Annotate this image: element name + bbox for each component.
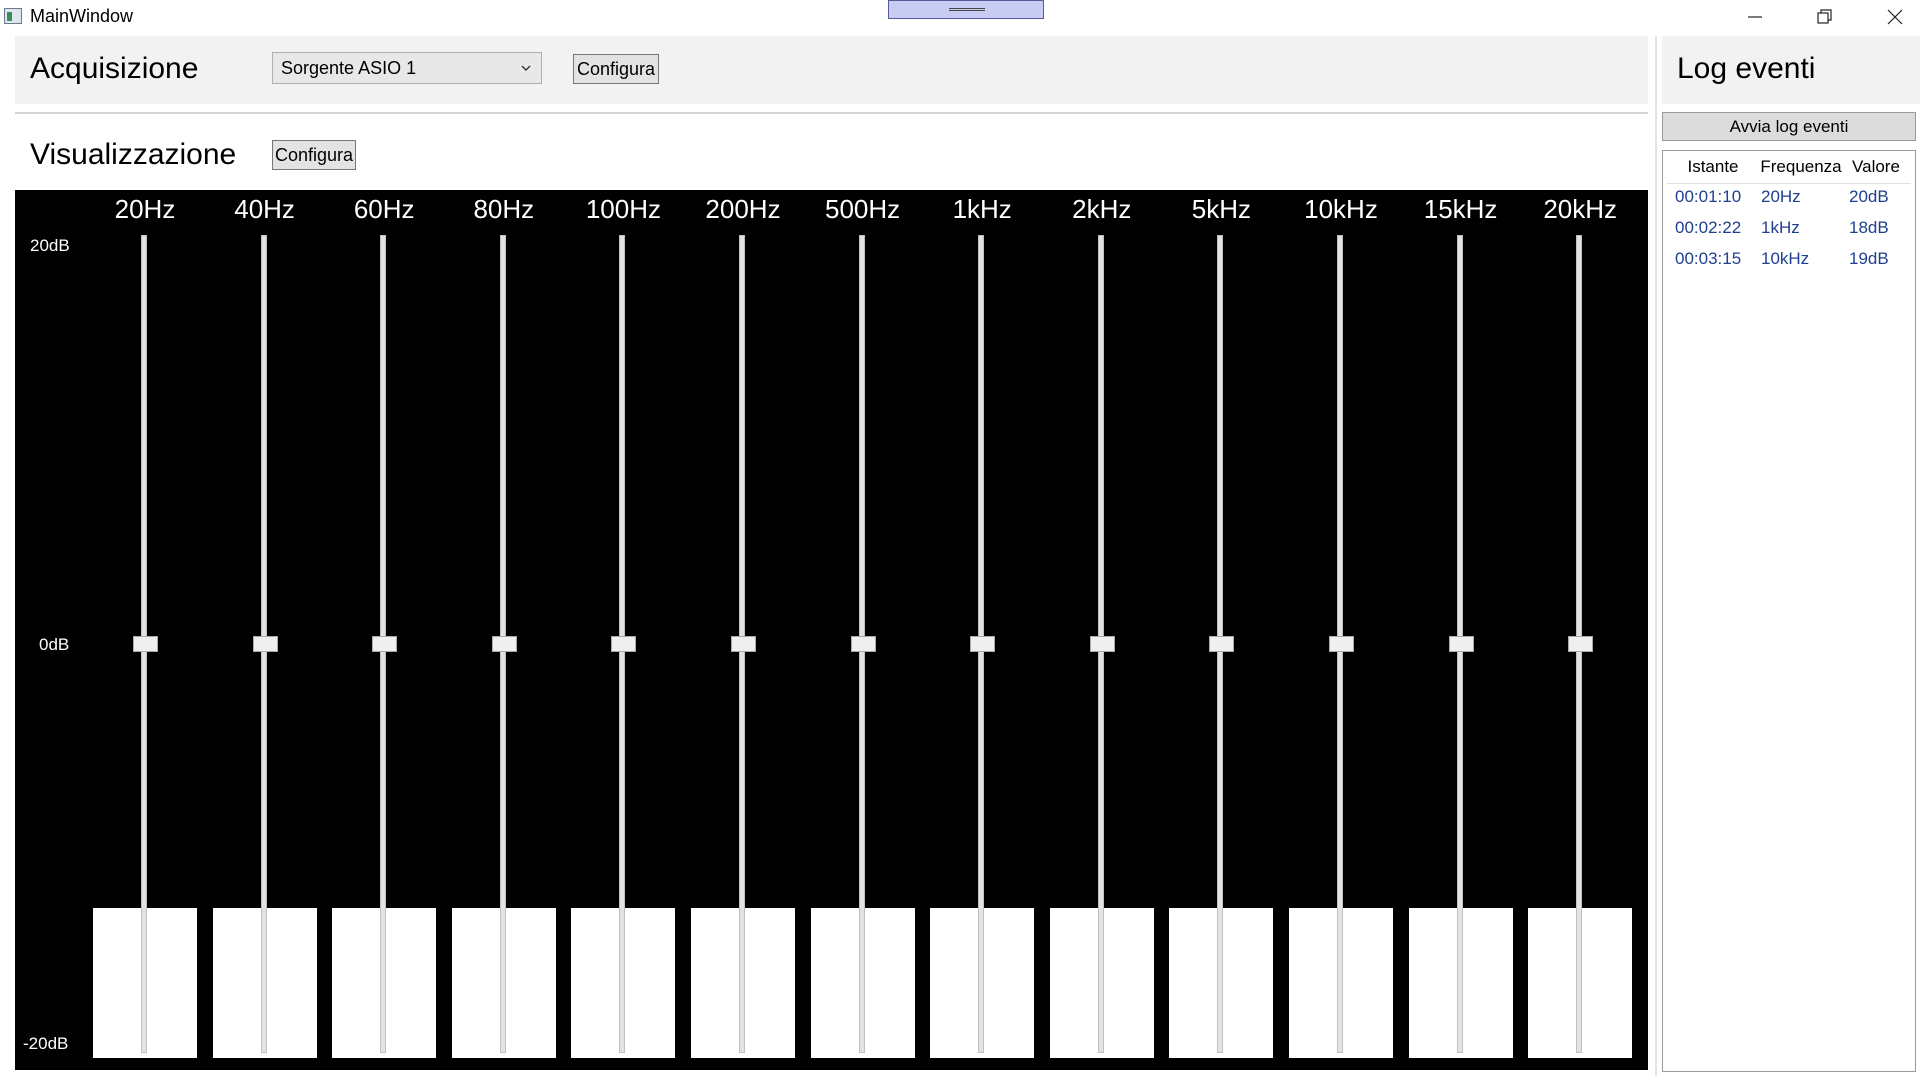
gain-slider-thumb[interactable] — [1329, 636, 1354, 652]
db-label-mid: 0dB — [39, 635, 70, 654]
minimize-icon — [1748, 16, 1762, 18]
band-frequency-label: 5kHz — [1191, 194, 1252, 224]
gain-slider-thumb[interactable] — [1448, 636, 1474, 652]
chevron-down-icon — [521, 65, 531, 71]
drag-handle[interactable] — [888, 0, 1044, 19]
eq-band: 2kHz — [1049, 190, 1154, 1070]
eq-band: 100Hz — [571, 190, 676, 1070]
log-cell: 1kHz — [1761, 218, 1800, 237]
visualizzazione-configure-button[interactable]: Configura — [272, 140, 356, 170]
log-title: Log eventi — [1677, 52, 1816, 85]
visualizzazione-title: Visualizzazione — [30, 138, 237, 171]
log-cell: 00:02:22 — [1675, 218, 1742, 237]
close-icon — [1887, 9, 1903, 25]
gain-slider-thumb[interactable] — [1209, 636, 1235, 652]
eq-band: 500Hz — [810, 190, 915, 1070]
band-frequency-label: 20Hz — [114, 194, 176, 224]
band-frequency-label: 1kHz — [952, 194, 1012, 224]
band-frequency-label: 200Hz — [705, 194, 781, 224]
acquisizione-title: Acquisizione — [30, 52, 199, 85]
acquisizione-panel — [15, 36, 1648, 104]
band-frequency-label: 40Hz — [234, 194, 295, 224]
eq-band: 40Hz — [212, 190, 317, 1070]
title-bar: MainWindow — [0, 0, 1920, 34]
eq-band: 10kHz — [1289, 190, 1393, 1070]
source-select[interactable]: Sorgente ASIO 1 — [272, 52, 542, 84]
log-cell: 18dB — [1849, 218, 1889, 237]
db-label-top: 20dB — [30, 236, 70, 255]
band-frequency-label: 60Hz — [353, 194, 415, 224]
log-cell: 00:01:10 — [1675, 187, 1742, 206]
start-log-button[interactable]: Avvia log eventi — [1662, 112, 1916, 141]
band-frequency-label: 20kHz — [1543, 194, 1618, 224]
gain-slider-thumb[interactable] — [133, 636, 158, 652]
gain-slider-thumb[interactable] — [731, 636, 756, 652]
gain-slider-thumb[interactable] — [491, 636, 517, 652]
log-list[interactable]: Istante Frequenza Valore 00:01:10 20Hz 20dB 00… — [1662, 150, 1916, 1072]
gain-slider-thumb[interactable] — [1568, 636, 1594, 652]
eq-band: 200Hz — [691, 190, 795, 1070]
eq-band: 60Hz — [332, 190, 437, 1070]
minimize-button[interactable] — [1720, 0, 1790, 34]
log-cell: 20dB — [1849, 187, 1889, 206]
gain-slider-thumb[interactable] — [252, 636, 278, 652]
log-cell: 00:03:15 — [1675, 249, 1742, 268]
equalizer-panel: 20dB 0dB -20dB 20Hz 40Hz 60Hz 80Hz 100Hz 200H… — [15, 190, 1648, 1070]
band-frequency-label: 2kHz — [1072, 194, 1132, 224]
restore-button[interactable] — [1790, 0, 1860, 34]
db-label-bottom: -20dB — [23, 1034, 69, 1053]
band-frequency-label: 500Hz — [825, 194, 901, 224]
log-column-header[interactable]: Valore — [1845, 157, 1907, 183]
source-select-value: Sorgente ASIO 1 — [281, 58, 417, 78]
gain-slider-thumb[interactable] — [1089, 636, 1115, 652]
eq-band: 80Hz — [451, 190, 556, 1070]
band-frequency-label: 10kHz — [1304, 194, 1378, 224]
panel-splitter — [1655, 36, 1657, 1076]
gain-slider-thumb[interactable] — [970, 636, 996, 652]
log-header-divider — [1667, 183, 1911, 184]
window-title: MainWindow — [30, 6, 134, 26]
band-frequency-label: 100Hz — [585, 194, 661, 224]
eq-band: 15kHz — [1408, 190, 1513, 1070]
eq-band: 20Hz — [93, 190, 197, 1070]
log-column-header[interactable]: Frequenza — [1755, 157, 1847, 183]
log-cell: 19dB — [1849, 249, 1889, 268]
log-cell: 20Hz — [1761, 187, 1801, 206]
close-button[interactable] — [1860, 0, 1920, 34]
eq-band: 5kHz — [1169, 190, 1274, 1070]
gain-slider-thumb[interactable] — [611, 636, 637, 652]
grip-icon — [949, 8, 985, 11]
eq-band: 20kHz — [1528, 190, 1633, 1070]
app-icon — [4, 8, 22, 24]
divider — [15, 112, 1648, 114]
gain-slider-thumb[interactable] — [850, 636, 876, 652]
acquisizione-configure-button[interactable]: Configura — [573, 54, 659, 84]
restore-icon — [1817, 9, 1832, 24]
band-frequency-label: 15kHz — [1423, 194, 1498, 224]
eq-band: 1kHz — [930, 190, 1035, 1070]
log-column-header[interactable]: Istante — [1673, 157, 1753, 183]
gain-slider-thumb[interactable] — [372, 636, 398, 652]
log-cell: 10kHz — [1761, 249, 1810, 268]
band-frequency-label: 80Hz — [473, 194, 535, 224]
